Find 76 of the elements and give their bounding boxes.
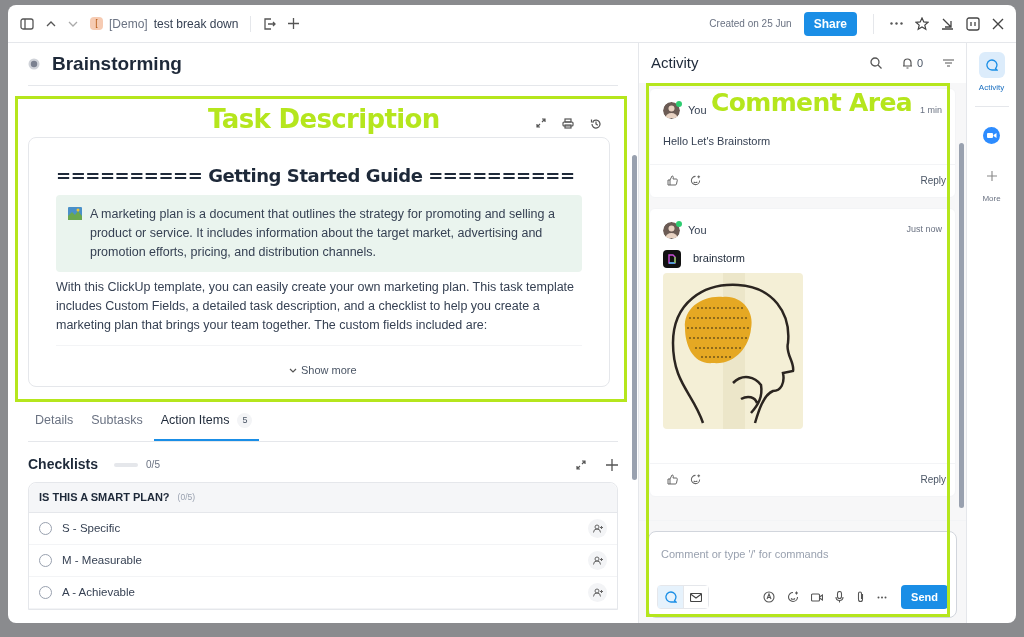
video-icon[interactable]: [811, 592, 824, 602]
map-icon: [68, 207, 82, 220]
created-date: Created on 25 Jun: [709, 17, 792, 31]
rail-activity-button[interactable]: Activity: [974, 52, 1009, 107]
expand-icon[interactable]: [576, 459, 586, 470]
bell-icon: [901, 57, 913, 69]
file-name[interactable]: brainstorm: [693, 250, 745, 267]
mention-icon[interactable]: [763, 591, 776, 603]
expand-icon[interactable]: [536, 118, 546, 128]
comment-time: Just now: [906, 223, 942, 237]
status-icon[interactable]: [28, 58, 40, 70]
description-heading: ========== Getting Started Guide ==========: [56, 164, 576, 188]
notifications-button[interactable]: 0: [901, 54, 923, 72]
task-title[interactable]: Brainstorming: [52, 49, 182, 79]
more-icon[interactable]: [877, 595, 888, 599]
space-icon: [: [90, 17, 103, 30]
scrollbar-thumb[interactable]: [959, 143, 964, 508]
more-icon[interactable]: [890, 22, 903, 25]
description-paragraph: With this ClickUp template, you can easily create your own marketing plan. This task template includes Custom Fields, a detailed task description, and a checklist to help you create a marketing plan that brings your team together. The custom fields included are:: [56, 279, 576, 334]
emoji-add-icon[interactable]: [690, 175, 701, 186]
assign-user-icon[interactable]: [588, 583, 607, 602]
chat-bubble-icon: [985, 59, 998, 71]
history-icon[interactable]: [590, 118, 602, 130]
checklist-group-count: (0/5): [177, 491, 196, 504]
plus-icon[interactable]: [606, 458, 618, 471]
export-icon[interactable]: [263, 17, 277, 30]
comment-time: 1 min: [920, 103, 942, 117]
activity-title: Activity: [651, 52, 699, 73]
plus-icon: [986, 171, 997, 181]
avatar: [663, 221, 680, 239]
assign-user-icon[interactable]: [588, 551, 607, 570]
print-icon[interactable]: [562, 118, 574, 129]
tab[interactable]: Details: [28, 402, 81, 441]
chevron-down-icon: [289, 367, 297, 373]
envelope-icon: [690, 592, 702, 602]
chat-bubble-icon: [664, 591, 677, 603]
microphone-icon[interactable]: [835, 591, 845, 603]
chevron-up-icon[interactable]: [46, 20, 56, 27]
annotation-label: Task Description: [208, 106, 440, 132]
tab[interactable]: Subtasks: [84, 402, 150, 441]
count-badge: 5: [237, 413, 253, 428]
rail-more-button[interactable]: More: [978, 163, 1005, 205]
checklists-title: Checklists: [28, 455, 99, 474]
avatar: [663, 102, 680, 119]
video-camera-icon: [983, 126, 1000, 144]
window-icon[interactable]: [966, 16, 980, 31]
checklist-group-title[interactable]: IS THIS A SMART PLAN?: [39, 489, 170, 506]
breadcrumb-link[interactable]: test break down: [153, 14, 239, 33]
emoji-add-icon[interactable]: [690, 474, 701, 485]
annotation-label: Comment Area: [711, 90, 913, 115]
star-icon[interactable]: [915, 16, 929, 31]
email-mode-tab[interactable]: [683, 586, 708, 608]
comment-input[interactable]: Comment or type '/' for commands: [661, 546, 944, 563]
comment-author: You: [688, 222, 708, 238]
search-icon[interactable]: [869, 57, 882, 69]
breadcrumb-link[interactable]: [Demo]: [109, 14, 148, 33]
file-icon: [663, 249, 681, 268]
tab[interactable]: Action Items 5: [153, 402, 260, 441]
plus-icon[interactable]: [288, 18, 300, 29]
checklist-item-text[interactable]: M - Measurable: [62, 551, 578, 570]
close-icon[interactable]: [992, 17, 1004, 30]
sidebar-toggle-icon[interactable]: [20, 17, 34, 30]
reply-button[interactable]: Reply: [920, 173, 946, 188]
scrollbar-thumb[interactable]: [632, 155, 637, 480]
thumbs-up-icon[interactable]: [667, 175, 678, 186]
emoji-add-icon[interactable]: [787, 591, 800, 603]
comment-text: Hello Let's Brainstorm: [663, 134, 772, 149]
reply-button[interactable]: Reply: [920, 472, 946, 487]
checklist-item-text[interactable]: A - Achievable: [62, 583, 578, 602]
arrow-down-right-icon[interactable]: [941, 17, 954, 30]
checklist-item-text[interactable]: S - Specific: [62, 519, 578, 538]
paperclip-icon[interactable]: [856, 591, 866, 603]
thumbs-up-icon[interactable]: [667, 474, 678, 485]
progress-count: 0/5: [146, 458, 160, 472]
assign-user-icon[interactable]: [588, 519, 607, 538]
callout-text: A marketing plan is a document that outlines the strategy for promoting and selling a product or service. It includes information about the target market, advertising and promotion efforts, pricing, and distribution channels.: [90, 206, 556, 261]
